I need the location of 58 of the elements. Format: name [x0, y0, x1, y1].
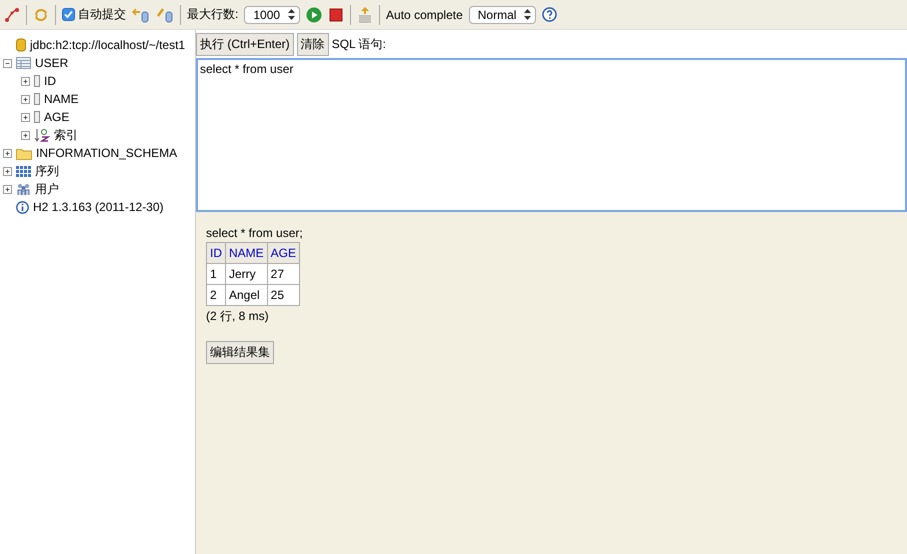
users-icon: [16, 182, 31, 196]
tree-item[interactable]: INFORMATION_SCHEMA: [36, 146, 178, 160]
max-rows-label: 最大行数:: [187, 6, 238, 23]
sort-icon: [34, 128, 50, 142]
autocomplete-select[interactable]: Normal: [468, 6, 536, 24]
table-cell: 1: [206, 264, 226, 284]
column-icon: [34, 111, 40, 123]
autocommit-checkbox[interactable]: [62, 8, 75, 21]
tree-item[interactable]: jdbc:h2:tcp://localhost/~/test1: [30, 38, 186, 52]
folder-icon: [16, 146, 32, 160]
database-icon: [16, 38, 26, 52]
tree-item[interactable]: 序列: [35, 162, 59, 180]
tree-item[interactable]: H2 1.3.163 (2011-12-30): [33, 200, 164, 214]
column-header: ID: [206, 242, 226, 264]
info-icon: [16, 200, 29, 214]
expand-icon[interactable]: [21, 130, 30, 140]
table-cell: 25: [267, 284, 300, 306]
max-rows-select[interactable]: 1000: [244, 6, 300, 24]
collapse-icon[interactable]: [3, 58, 12, 68]
expand-icon[interactable]: [3, 184, 12, 194]
expand-icon[interactable]: [21, 94, 30, 104]
grid-icon: [16, 166, 31, 176]
table-icon: [16, 57, 31, 69]
table-cell: 27: [267, 264, 300, 284]
autocommit-label: 自动提交: [78, 6, 126, 23]
help-icon[interactable]: [542, 7, 558, 22]
commit-icon[interactable]: [156, 6, 174, 22]
sql-editor[interactable]: select * from user: [196, 58, 907, 212]
run-icon[interactable]: [306, 6, 322, 22]
tree-item[interactable]: ID: [44, 74, 56, 88]
table-cell: Jerry: [226, 264, 268, 284]
tree-item[interactable]: USER: [35, 56, 68, 70]
tree-item[interactable]: 用户: [35, 180, 59, 198]
expand-icon[interactable]: [21, 112, 30, 122]
column-icon: [34, 93, 40, 105]
stop-icon[interactable]: [328, 6, 344, 22]
expand-icon[interactable]: [21, 76, 30, 86]
autocomplete-label: Auto complete: [386, 8, 463, 22]
column-header: NAME: [226, 242, 268, 264]
run-button[interactable]: 执行 (Ctrl+Enter): [196, 33, 294, 56]
executed-statement: select * from user;: [206, 226, 303, 240]
expand-icon[interactable]: [3, 166, 12, 176]
rollback-icon[interactable]: [132, 6, 150, 22]
clear-button[interactable]: 清除: [296, 33, 329, 56]
spinner-icon[interactable]: [524, 9, 532, 20]
disconnect-icon[interactable]: [4, 6, 20, 22]
table-cell: 2: [206, 284, 226, 306]
tree-item[interactable]: NAME: [44, 92, 79, 106]
edit-results-button[interactable]: 编辑结果集: [206, 341, 274, 364]
column-header: AGE: [267, 242, 300, 264]
result-summary: (2 行, 8 ms): [206, 308, 269, 325]
tree-item[interactable]: AGE: [44, 110, 70, 124]
spinner-icon[interactable]: [288, 9, 296, 20]
column-icon: [34, 75, 40, 87]
tree-item[interactable]: 索引: [54, 126, 78, 144]
expand-icon[interactable]: [3, 148, 12, 158]
table-cell: Angel: [226, 284, 268, 306]
sql-label: SQL 语句:: [332, 36, 386, 53]
